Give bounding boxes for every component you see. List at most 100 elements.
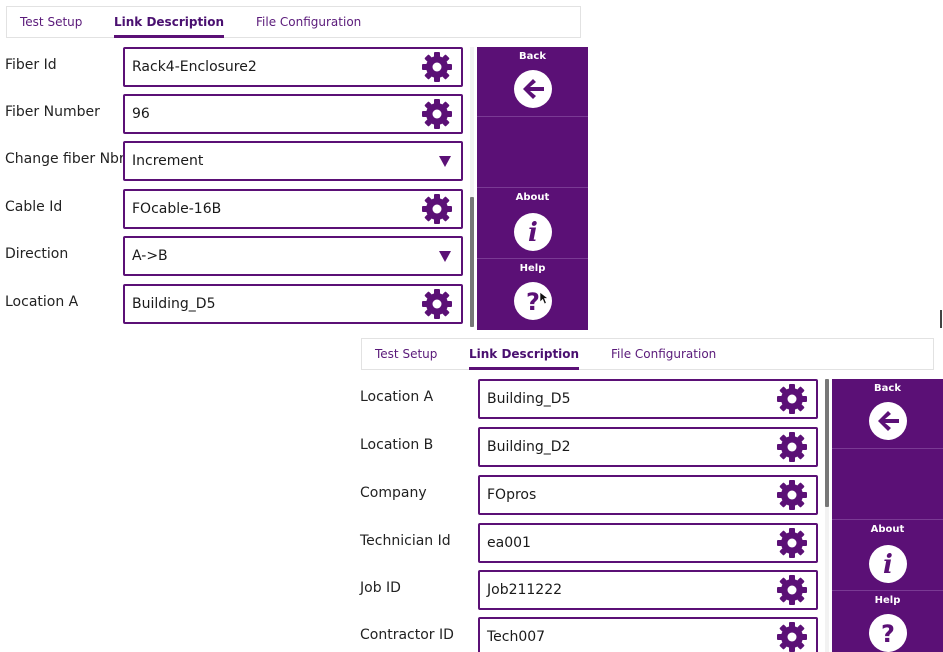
gear-icon[interactable]: [419, 98, 455, 130]
about-button[interactable]: About i: [477, 188, 588, 259]
help-button[interactable]: Help ?: [832, 591, 943, 652]
field-row-location-a: Location A Building_D5: [355, 379, 825, 419]
field-label: Technician Id: [360, 533, 451, 549]
field-row-job-id: Job ID Job211222: [355, 570, 825, 610]
about-label: About: [870, 524, 905, 535]
mouse-cursor-icon: [540, 292, 549, 305]
dropdown-arrow-icon[interactable]: [439, 250, 451, 262]
info-icon: i: [868, 545, 907, 583]
back-button[interactable]: Back: [832, 379, 943, 449]
tab-file-configuration[interactable]: File Configuration: [256, 7, 361, 37]
svg-text:?: ?: [881, 620, 895, 648]
gear-icon[interactable]: [774, 383, 810, 415]
field-label: Company: [360, 485, 427, 501]
field-row-cable-id: Cable Id FOcable-16B: [0, 189, 470, 229]
tab-bar: Test Setup Link Description File Configu…: [6, 6, 581, 38]
gear-icon[interactable]: [774, 431, 810, 463]
field-row-technician-id: Technician Id ea001: [355, 523, 825, 563]
field-value: Building_D2: [487, 439, 571, 455]
field-label: Fiber Number: [5, 104, 100, 120]
scrollbar-thumb[interactable]: [470, 197, 474, 327]
field-label: Job ID: [360, 580, 401, 596]
cable-id-field[interactable]: FOcable-16B: [123, 189, 463, 229]
tab-test-setup[interactable]: Test Setup: [375, 339, 437, 369]
empty-side-button[interactable]: [832, 449, 943, 520]
field-value: Rack4-Enclosure2: [132, 59, 257, 75]
field-row-company: Company FOpros: [355, 475, 825, 515]
field-value: ea001: [487, 535, 531, 551]
location-a-field[interactable]: Building_D5: [123, 284, 463, 324]
edge-mark: [940, 310, 942, 328]
about-label: About: [515, 192, 550, 203]
gear-icon[interactable]: [419, 288, 455, 320]
tab-link-description[interactable]: Link Description: [114, 7, 225, 38]
svg-text:i: i: [528, 218, 538, 248]
field-value: FOpros: [487, 487, 537, 503]
fiber-id-field[interactable]: Rack4-Enclosure2: [123, 47, 463, 87]
field-label: Change fiber Nbr: [5, 151, 125, 167]
location-b-field[interactable]: Building_D2: [478, 427, 818, 467]
field-row-direction: Direction A->B: [0, 236, 470, 276]
field-label: Location A: [360, 389, 434, 405]
info-icon: i: [513, 213, 552, 251]
tab-bar: Test Setup Link Description File Configu…: [361, 338, 934, 370]
field-value: Tech007: [487, 629, 546, 645]
scrollbar[interactable]: [470, 47, 474, 327]
back-label: Back: [519, 51, 546, 62]
field-value: A->B: [132, 248, 168, 264]
about-button[interactable]: About i: [832, 520, 943, 591]
job-id-field[interactable]: Job211222: [478, 570, 818, 610]
empty-side-button[interactable]: [477, 117, 588, 188]
field-row-fiber-number: Fiber Number 96: [0, 94, 470, 134]
screen-2: Test Setup Link Description File Configu…: [355, 332, 943, 652]
question-icon: ?: [868, 614, 907, 652]
field-value: 96: [132, 106, 150, 122]
help-label: Help: [519, 263, 546, 274]
field-label: Cable Id: [5, 199, 63, 215]
svg-text:i: i: [883, 550, 893, 580]
field-label: Direction: [5, 246, 69, 262]
contractor-id-field[interactable]: Tech007: [478, 617, 818, 652]
field-value: FOcable-16B: [132, 201, 222, 217]
field-row-contractor-id: Contractor ID Tech007: [355, 617, 825, 652]
side-panel: Back About i Help ?: [477, 47, 588, 330]
field-label: Location A: [5, 294, 79, 310]
gear-icon[interactable]: [419, 193, 455, 225]
screen-1: Test Setup Link Description File Configu…: [0, 0, 590, 330]
company-field[interactable]: FOpros: [478, 475, 818, 515]
arrow-left-icon: [513, 70, 552, 108]
field-label: Contractor ID: [360, 627, 454, 643]
fiber-number-field[interactable]: 96: [123, 94, 463, 134]
scrollbar-thumb[interactable]: [825, 379, 829, 507]
field-value: Building_D5: [487, 391, 571, 407]
help-label: Help: [874, 595, 901, 606]
field-value: Increment: [132, 153, 204, 169]
field-row-location-b: Location B Building_D2: [355, 427, 825, 467]
gear-icon[interactable]: [774, 479, 810, 511]
location-a-field[interactable]: Building_D5: [478, 379, 818, 419]
field-row-change-fiber-nbr: Change fiber Nbr Increment: [0, 141, 470, 181]
tab-link-description[interactable]: Link Description: [469, 339, 580, 370]
direction-dropdown[interactable]: A->B: [123, 236, 463, 276]
field-label: Fiber Id: [5, 57, 57, 73]
gear-icon[interactable]: [419, 51, 455, 83]
field-value: Job211222: [487, 582, 563, 598]
tab-file-configuration[interactable]: File Configuration: [611, 339, 716, 369]
dropdown-arrow-icon[interactable]: [439, 155, 451, 167]
change-fiber-nbr-dropdown[interactable]: Increment: [123, 141, 463, 181]
help-button[interactable]: Help ?: [477, 259, 588, 330]
back-button[interactable]: Back: [477, 47, 588, 117]
gear-icon[interactable]: [774, 621, 810, 652]
svg-text:?: ?: [526, 288, 540, 316]
gear-icon[interactable]: [774, 574, 810, 606]
back-label: Back: [874, 383, 901, 394]
gear-icon[interactable]: [774, 527, 810, 559]
field-row-location-a: Location A Building_D5: [0, 284, 470, 324]
technician-id-field[interactable]: ea001: [478, 523, 818, 563]
field-row-fiber-id: Fiber Id Rack4-Enclosure2: [0, 47, 470, 87]
tab-test-setup[interactable]: Test Setup: [20, 7, 82, 37]
field-label: Location B: [360, 437, 434, 453]
arrow-left-icon: [868, 402, 907, 440]
scrollbar[interactable]: [825, 379, 829, 652]
side-panel: Back About i Help ?: [832, 379, 943, 652]
